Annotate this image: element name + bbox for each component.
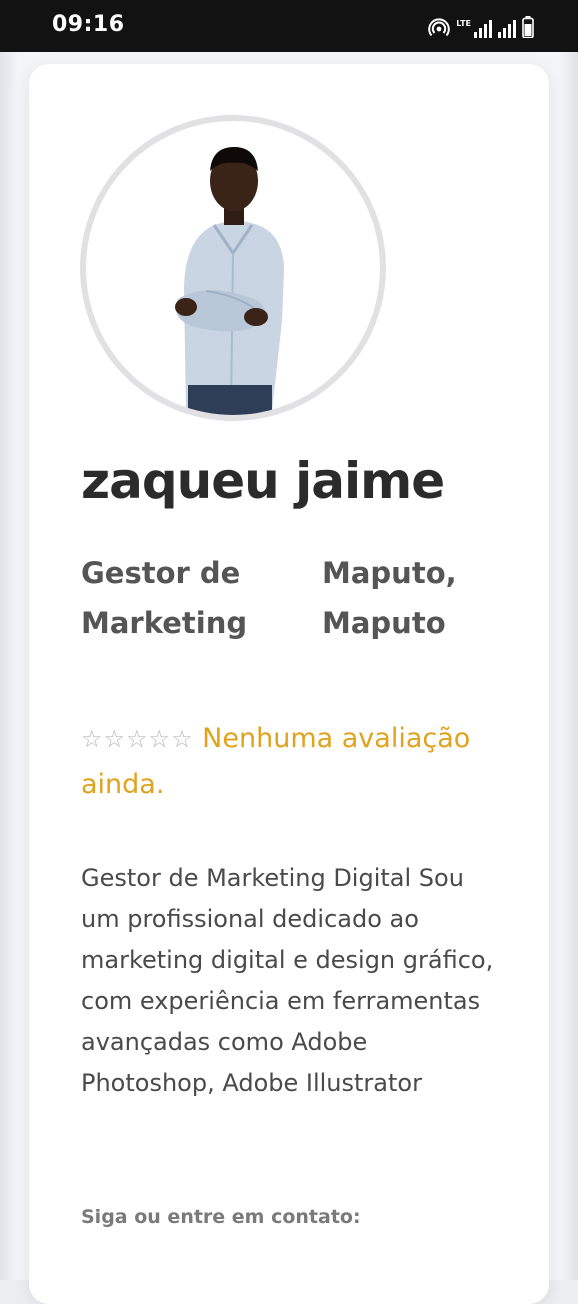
signal-icon [474,20,492,38]
contact-section-label: Siga ou entre em contato: [81,1206,361,1228]
status-time: 09:16 [52,12,125,37]
avatar [80,115,386,421]
hotspot-icon [428,18,451,38]
battery-icon [522,16,534,38]
rating-summary: ☆☆☆☆☆ Nenhuma avaliação ainda. [81,716,521,808]
status-bar: 09:16 LTE [0,0,578,52]
profile-role: Gestor de Marketing [81,556,248,640]
profile-photo [175,147,284,415]
network-type-label: LTE [456,19,471,28]
signal-icon [498,20,516,38]
profile-location: Maputo, Maputo [322,556,457,640]
status-icons: LTE [428,14,534,38]
profile-name: zaqueu jaime [81,452,445,510]
rating-stars: ☆☆☆☆☆ [81,725,194,753]
page-background: zaqueu jaime Gestor de Marketing Maputo,… [0,52,578,1304]
profile-card: zaqueu jaime Gestor de Marketing Maputo,… [29,64,549,1304]
profile-bio: Gestor de Marketing Digital Sou um profi… [81,864,494,1097]
